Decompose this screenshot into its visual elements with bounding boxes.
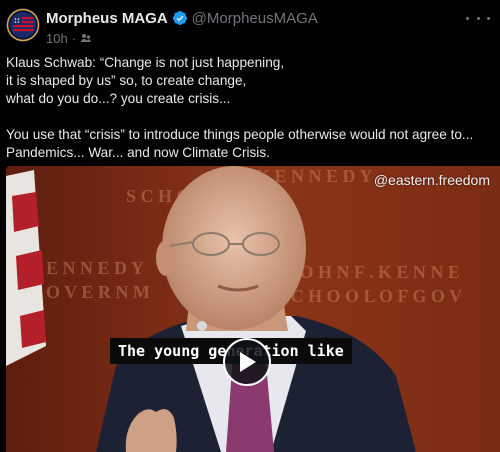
meta-row: 10h · — [46, 30, 490, 46]
play-button[interactable] — [223, 338, 271, 386]
tweet-text-line: Pandemics... War... and now Climate Cris… — [6, 145, 270, 160]
avatar-flag-icon — [6, 8, 40, 42]
tweet-text-line: Klaus Schwab: “Change is not just happen… — [6, 55, 285, 70]
tweet-text-line: You use that “crisis” to introduce thing… — [6, 127, 474, 142]
verified-badge-icon[interactable] — [172, 10, 188, 26]
timestamp[interactable]: 10h — [46, 31, 68, 46]
author-handle[interactable]: @MorpheusMAGA — [192, 10, 318, 27]
author-display-name[interactable]: Morpheus MAGA — [46, 10, 168, 27]
play-icon — [240, 352, 256, 372]
tweet-text-line: what do you do...? you create crisis... — [6, 91, 231, 106]
avatar[interactable] — [6, 8, 40, 42]
video-watermark: @eastern.freedom — [373, 172, 490, 188]
separator-dot: · — [71, 30, 77, 46]
more-options-icon[interactable] — [466, 10, 490, 26]
audience-icon — [81, 34, 91, 42]
video-player[interactable]: E N N E D Y O V E R N M J O H N F . K E … — [6, 166, 500, 452]
tweet: Morpheus MAGA @MorpheusMAGA 10h · Klaus … — [0, 0, 500, 452]
svg-text:J O H N F . K E N N E: J O H N F . K E N N E — [286, 262, 460, 282]
video-frame: E N N E D Y O V E R N M J O H N F . K E … — [6, 166, 500, 452]
svg-text:O V E R N M: O V E R N M — [46, 282, 150, 302]
tweet-header: Morpheus MAGA @MorpheusMAGA 10h · — [46, 8, 490, 48]
svg-text:S C H O O L O F G O V: S C H O O L O F G O V — [276, 286, 462, 306]
author-row: Morpheus MAGA @MorpheusMAGA — [46, 8, 490, 28]
tweet-text-line: it is shaped by us” so, to create change… — [6, 73, 247, 88]
svg-text:E N N E D Y: E N N E D Y — [46, 258, 144, 278]
tweet-text: Klaus Schwab: “Change is not just happen… — [6, 54, 492, 162]
